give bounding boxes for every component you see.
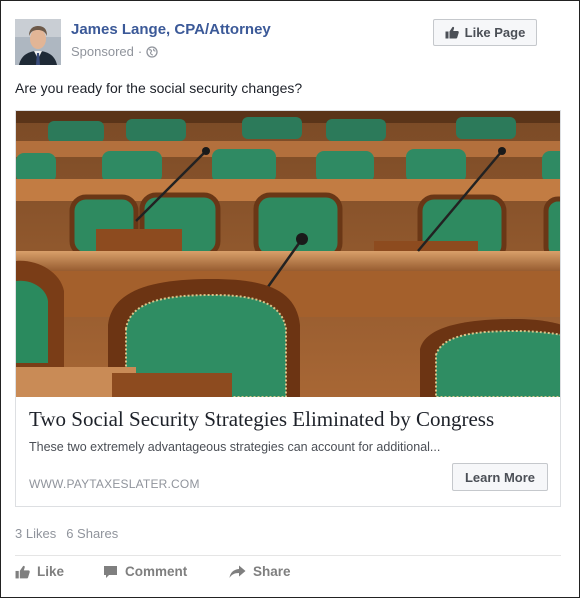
author-name[interactable]: James Lange, CPA/Attorney [71, 21, 271, 38]
action-bar: Like Comment Share [15, 564, 291, 579]
comment-action-button[interactable]: Comment [103, 564, 229, 579]
sponsored-label[interactable]: Sponsored [71, 44, 134, 59]
share-action-label: Share [253, 564, 291, 579]
thumbs-up-icon [15, 565, 30, 578]
learn-more-button[interactable]: Learn More [452, 463, 548, 491]
like-action-button[interactable]: Like [15, 564, 103, 579]
share-arrow-icon [229, 565, 246, 578]
comment-action-label: Comment [125, 564, 188, 579]
likes-count[interactable]: 3 Likes [15, 526, 56, 541]
link-domain: WWW.PAYTAXESLATER.COM [29, 477, 200, 491]
like-action-label: Like [37, 564, 65, 579]
link-preview-card[interactable]: Two Social Security Strategies Eliminate… [15, 110, 561, 507]
chamber-seats-image[interactable] [16, 111, 561, 397]
avatar-photo [15, 19, 61, 65]
share-action-button[interactable]: Share [229, 564, 291, 579]
post-meta: Sponsored · [71, 44, 158, 59]
thumbs-up-icon [445, 26, 459, 39]
link-headline[interactable]: Two Social Security Strategies Eliminate… [29, 407, 494, 432]
post-text: Are you ready for the social security ch… [15, 80, 303, 96]
like-page-label: Like Page [464, 25, 526, 40]
comment-icon [104, 565, 117, 578]
link-description: These two extremely advantageous strateg… [29, 440, 441, 454]
engagement-counts: 3 Likes 6 Shares [15, 526, 118, 541]
shares-count[interactable]: 6 Shares [66, 526, 118, 541]
avatar[interactable] [15, 19, 61, 65]
meta-separator: · [137, 44, 143, 59]
globe-icon [146, 45, 158, 58]
like-page-button[interactable]: Like Page [433, 19, 537, 46]
ad-post-card: James Lange, CPA/Attorney Sponsored · Li… [0, 0, 580, 598]
divider [15, 555, 561, 556]
